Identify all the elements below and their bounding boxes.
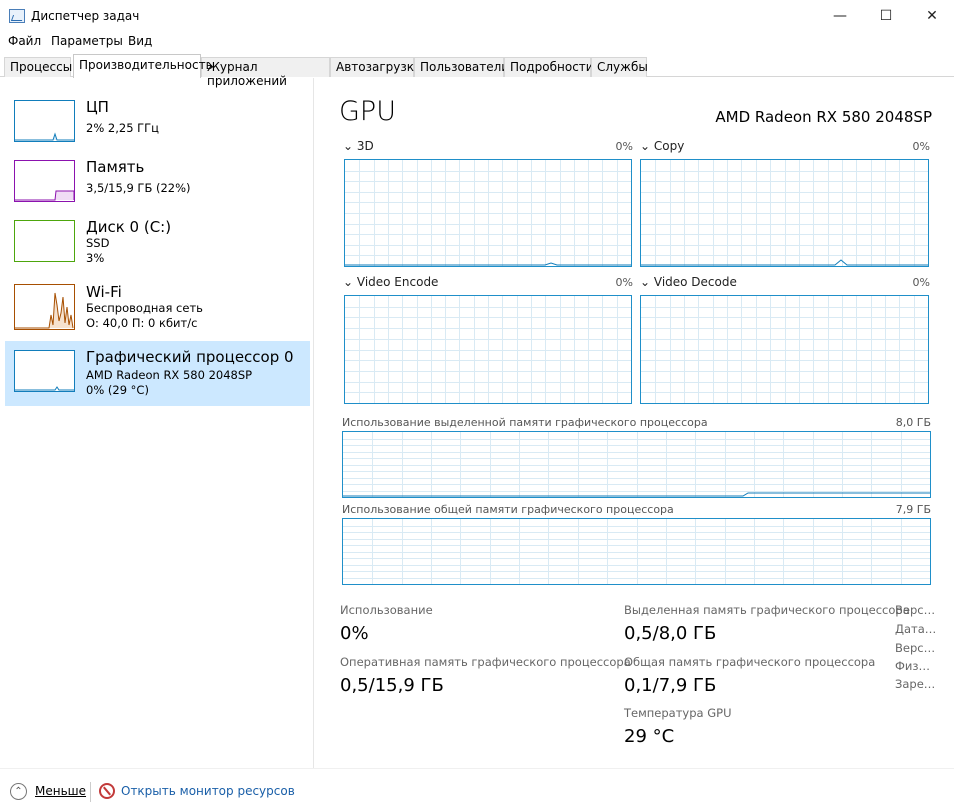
resource-monitor-icon[interactable] xyxy=(99,783,115,799)
physical-location-label: Физ… xyxy=(895,659,930,673)
engine-label: 3D xyxy=(356,139,374,153)
fewer-details-link[interactable]: Меньше xyxy=(35,784,86,798)
shared-memory-stat-label: Общая память графического процессора xyxy=(624,655,876,669)
title-bar: Диспетчер задач — ☐ ✕ xyxy=(0,0,954,32)
engine-3d-graph xyxy=(344,159,632,267)
wifi-thumbnail-graph xyxy=(14,284,75,330)
page-title: GPU xyxy=(339,96,396,127)
chevron-up-icon[interactable]: ⌃ xyxy=(10,783,27,800)
menu-view[interactable]: Вид xyxy=(128,34,152,48)
sidebar-item-detail: 0% (29 °C) xyxy=(86,383,149,397)
tab-users[interactable]: Пользователи xyxy=(414,57,509,77)
sidebar-item-gpu[interactable]: Графический процессор 0 AMD Radeon RX 58… xyxy=(5,341,310,406)
sidebar-item-detail: Беспроводная сеть xyxy=(86,301,203,315)
sidebar-item-detail: SSD xyxy=(86,236,110,250)
engine-copy-selector[interactable]: ⌄ Copy xyxy=(640,139,684,153)
menu-options[interactable]: Параметры xyxy=(51,34,123,48)
dedicated-memory-label: Использование выделенной памяти графичес… xyxy=(342,416,708,429)
shared-memory-stat-value: 0,1/7,9 ГБ xyxy=(624,675,717,696)
graph-gridlines xyxy=(641,160,928,266)
graph-gridlines xyxy=(345,296,631,403)
tab-details[interactable]: Подробности xyxy=(504,57,594,77)
tab-services[interactable]: Службы xyxy=(591,57,648,77)
tab-bar: Процессы Производительность Журнал прило… xyxy=(0,54,954,88)
shared-memory-graph xyxy=(342,518,931,585)
menu-file[interactable]: Файл xyxy=(8,34,41,48)
sidebar-item-detail: О: 40,0 П: 0 кбит/с xyxy=(86,316,198,330)
graph-gridlines xyxy=(641,296,928,403)
disk-thumbnail-graph xyxy=(14,220,75,262)
driver-date-label: Дата… xyxy=(895,622,937,636)
gpu-ram-label: Оперативная память графического процессо… xyxy=(340,655,631,669)
engine-video-decode-selector[interactable]: ⌄ Video Decode xyxy=(640,275,737,289)
maximize-button[interactable]: ☐ xyxy=(863,0,909,32)
engine-percent: 0% xyxy=(615,140,633,153)
engine-label: Video Decode xyxy=(653,275,737,289)
dedicated-memory-stat-value: 0,5/8,0 ГБ xyxy=(624,623,717,644)
sidebar-item-detail: 3% xyxy=(86,251,105,265)
sidebar-item-detail: 3,5/15,9 ГБ (22%) xyxy=(86,181,191,195)
tab-performance[interactable]: Производительность xyxy=(73,54,213,78)
sidebar-item-detail: 2% 2,25 ГГц xyxy=(86,121,160,135)
sidebar-item-wifi[interactable]: Wi-Fi Беспроводная сеть О: 40,0 П: 0 кби… xyxy=(5,276,310,340)
footer-bar: ⌃ Меньше Открыть монитор ресурсов xyxy=(0,768,954,807)
gpu-temperature-value: 29 °C xyxy=(624,726,675,747)
memory-thumbnail-graph xyxy=(14,160,75,202)
sidebar-item-title: Диск 0 (C:) xyxy=(86,218,172,236)
engine-video-encode-graph xyxy=(344,295,632,404)
sidebar-item-title: ЦП xyxy=(86,98,109,116)
sidebar-item-cpu[interactable]: ЦП 2% 2,25 ГГц xyxy=(5,91,310,155)
open-resource-monitor-link[interactable]: Открыть монитор ресурсов xyxy=(121,784,295,798)
sidebar-item-title: Wi-Fi xyxy=(86,283,122,301)
driver-version-label: Верс… xyxy=(895,603,936,617)
tab-app-history[interactable]: Журнал приложений xyxy=(201,57,330,88)
gpu-details-panel: GPU AMD Radeon RX 580 2048SP ⌄ 3D 0% ⌄ C… xyxy=(315,78,954,768)
sidebar-item-disk[interactable]: Диск 0 (C:) SSD 3% xyxy=(5,211,310,275)
menu-bar: Файл Параметры Вид xyxy=(0,32,954,52)
sidebar-item-title: Память xyxy=(86,158,145,176)
sidebar-item-detail: AMD Radeon RX 580 2048SP xyxy=(86,368,253,382)
engine-percent: 0% xyxy=(615,276,633,289)
task-manager-icon xyxy=(9,9,25,23)
gpu-model-name: AMD Radeon RX 580 2048SP xyxy=(715,108,932,126)
tab-processes[interactable]: Процессы xyxy=(4,57,72,77)
cpu-thumbnail-graph xyxy=(14,100,75,142)
reserved-memory-label: Заре… xyxy=(895,677,936,691)
engine-label: Video Encode xyxy=(356,275,439,289)
tab-startup[interactable]: Автозагрузка xyxy=(330,57,421,77)
sidebar-item-memory[interactable]: Память 3,5/15,9 ГБ (22%) xyxy=(5,151,310,215)
shared-memory-label: Использование общей памяти графического … xyxy=(342,503,674,516)
usage-value: 0% xyxy=(340,623,369,644)
gpu-temperature-label: Температура GPU xyxy=(624,706,732,720)
shared-memory-max: 7,9 ГБ xyxy=(895,503,931,516)
graph-gridlines xyxy=(343,519,930,584)
minimize-button[interactable]: — xyxy=(817,0,863,32)
engine-video-encode-selector[interactable]: ⌄ Video Encode xyxy=(343,275,438,289)
dedicated-memory-graph xyxy=(342,431,931,498)
engine-percent: 0% xyxy=(912,140,930,153)
directx-version-label: Верс… xyxy=(895,641,936,655)
performance-sidebar: ЦП 2% 2,25 ГГц Память 3,5/15,9 ГБ (22%) … xyxy=(0,78,314,768)
dedicated-memory-max: 8,0 ГБ xyxy=(895,416,931,429)
engine-copy-graph xyxy=(640,159,929,267)
graph-gridlines xyxy=(345,160,631,266)
gpu-thumbnail-graph xyxy=(14,350,75,392)
engine-video-decode-graph xyxy=(640,295,929,404)
window-title: Диспетчер задач xyxy=(31,9,140,23)
gpu-ram-value: 0,5/15,9 ГБ xyxy=(340,675,444,696)
graph-gridlines xyxy=(343,432,930,497)
close-button[interactable]: ✕ xyxy=(909,0,954,32)
engine-label: Copy xyxy=(653,139,685,153)
engine-percent: 0% xyxy=(912,276,930,289)
footer-divider xyxy=(90,782,91,802)
engine-3d-selector[interactable]: ⌄ 3D xyxy=(343,139,374,153)
dedicated-memory-stat-label: Выделенная память графического процессор… xyxy=(624,603,910,617)
sidebar-item-title: Графический процессор 0 xyxy=(86,348,294,366)
usage-label: Использование xyxy=(340,603,433,617)
